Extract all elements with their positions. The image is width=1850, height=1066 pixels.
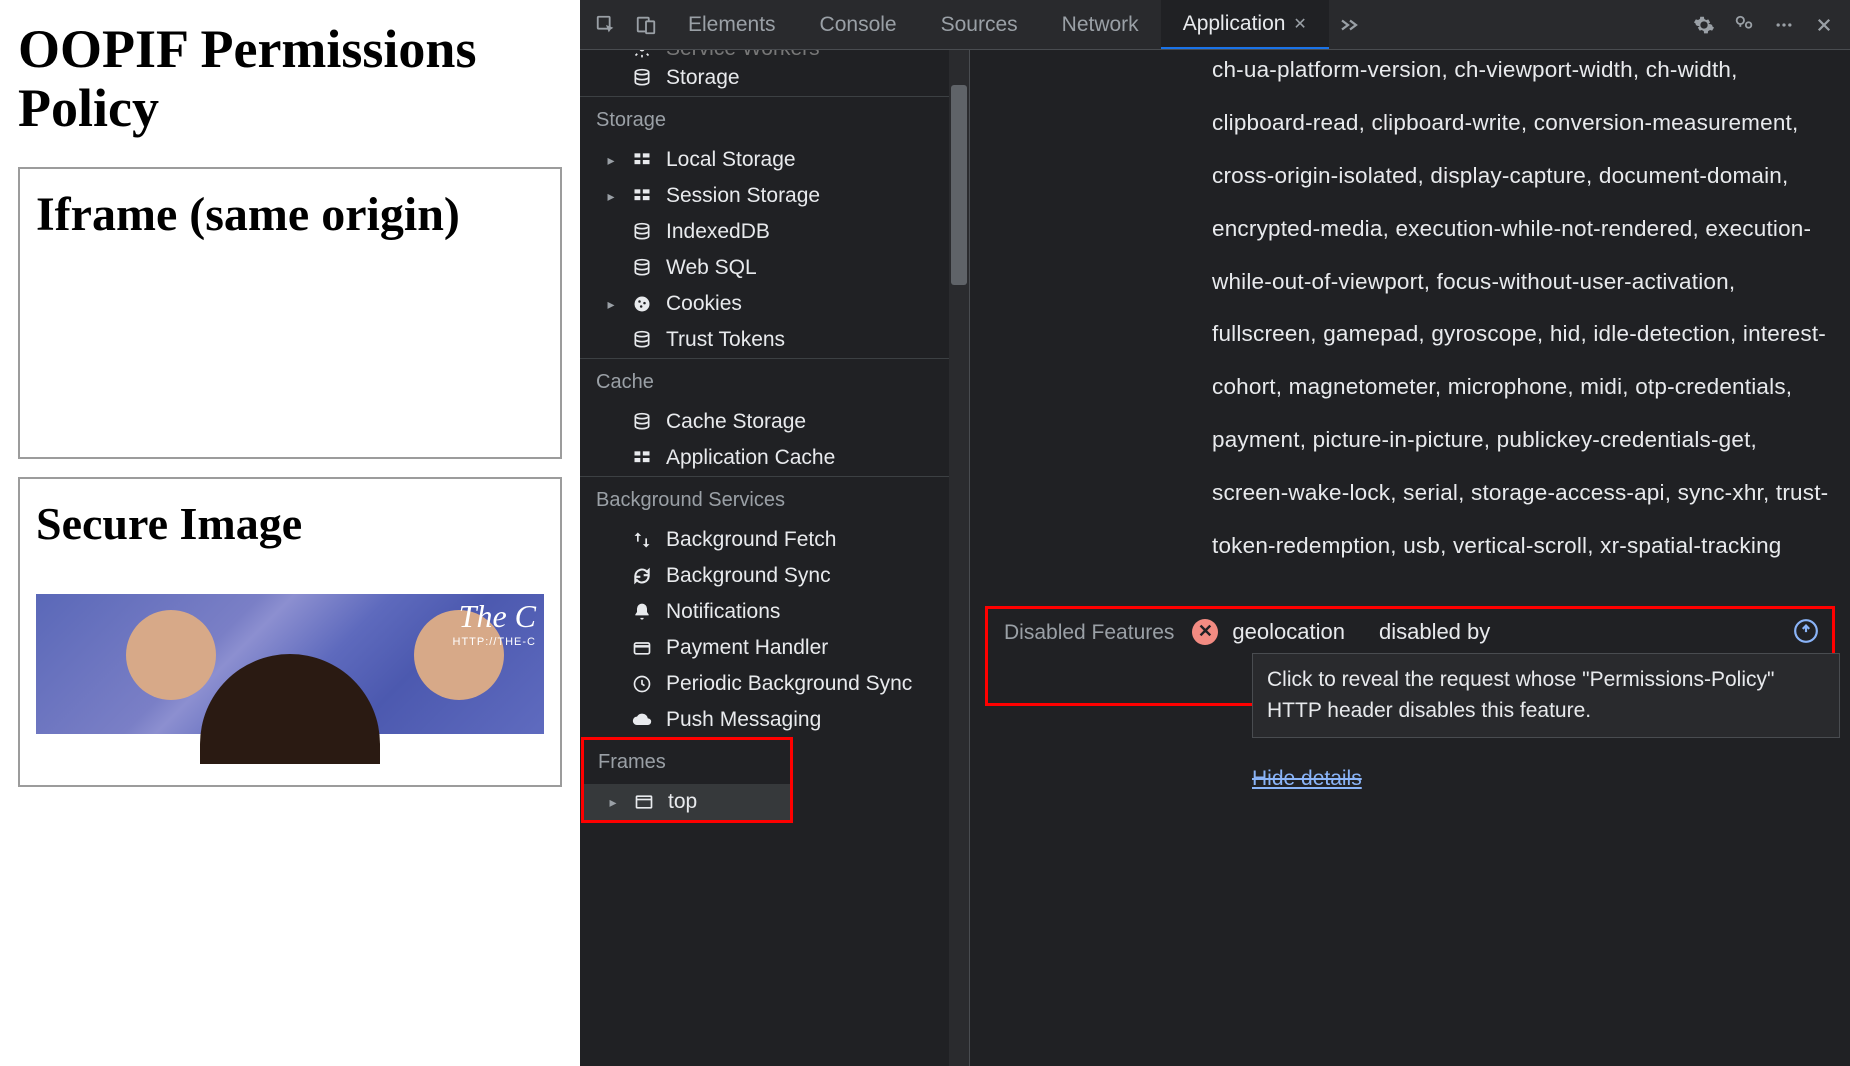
tab-elements[interactable]: Elements	[666, 0, 798, 49]
sidebar-item-storage[interactable]: ▸ Storage	[580, 60, 969, 96]
tab-application[interactable]: Application ✕	[1161, 0, 1329, 49]
application-sidebar: ▸ Service Workers ▸ Storage Storage ▸ Lo…	[580, 50, 970, 1066]
tab-console[interactable]: Console	[798, 0, 919, 49]
allowed-features-list: ch-ua-platform-version, ch-viewport-widt…	[1212, 50, 1834, 573]
sidebar-item-session-storage[interactable]: ▸ Session Storage	[580, 178, 969, 214]
database-icon	[630, 256, 654, 280]
frame-detail-pane: ch-ua-platform-version, ch-viewport-widt…	[970, 50, 1850, 1066]
inspect-icon[interactable]	[586, 5, 626, 45]
sidebar-item-bg-sync[interactable]: ▸ Background Sync	[580, 558, 969, 594]
sidebar-label: Notifications	[666, 600, 780, 624]
sidebar-label: Payment Handler	[666, 636, 828, 660]
sidebar-label: IndexedDB	[666, 220, 770, 244]
sidebar-item-local-storage[interactable]: ▸ Local Storage	[580, 142, 969, 178]
disabled-feature-name: geolocation	[1232, 619, 1345, 645]
sidebar-item-frame-top[interactable]: ▸ top	[582, 784, 792, 820]
sidebar-label: Trust Tokens	[666, 328, 785, 352]
sidebar-item-trust-tokens[interactable]: ▸ Trust Tokens	[580, 322, 969, 358]
sidebar-item-push[interactable]: ▸ Push Messaging	[580, 702, 969, 738]
bell-icon	[630, 600, 654, 624]
cookie-icon	[630, 292, 654, 316]
sidebar-group-bg-services: Background Services	[580, 476, 969, 522]
window-icon	[632, 790, 656, 814]
iframe-heading: Iframe (same origin)	[36, 187, 544, 242]
sidebar-label: Background Sync	[666, 564, 831, 588]
grid-icon	[630, 184, 654, 208]
sidebar-label: Service Workers	[666, 50, 820, 60]
credit-card-icon	[630, 636, 654, 660]
scrollbar-thumb[interactable]	[951, 85, 967, 285]
close-devtools-icon[interactable]	[1804, 5, 1844, 45]
sidebar-item-periodic-sync[interactable]: ▸ Periodic Background Sync	[580, 666, 969, 702]
sidebar-label: Cookies	[666, 292, 742, 316]
banner-title: The C	[459, 598, 536, 635]
scrollbar-track[interactable]	[949, 50, 969, 1066]
kebab-icon[interactable]	[1764, 5, 1804, 45]
page-title: OOPIF Permissions Policy	[18, 20, 562, 139]
sidebar-item-payment-handler[interactable]: ▸ Payment Handler	[580, 630, 969, 666]
gear-icon	[630, 50, 654, 60]
sidebar-group-storage: Storage	[580, 96, 969, 142]
banner-subtitle: HTTP://THE-C	[453, 636, 537, 648]
cloud-icon	[630, 708, 654, 732]
clock-icon	[630, 672, 654, 696]
sidebar-label: Storage	[666, 66, 740, 90]
database-icon	[630, 328, 654, 352]
grid-icon	[630, 148, 654, 172]
sidebar-group-cache: Cache	[580, 358, 969, 404]
error-icon: ✕	[1192, 619, 1218, 645]
sidebar-label: Periodic Background Sync	[666, 672, 912, 696]
sync-icon	[630, 564, 654, 588]
sidebar-item-indexeddb[interactable]: ▸ IndexedDB	[580, 214, 969, 250]
gear-icon[interactable]	[1684, 5, 1724, 45]
sidebar-item-cache-storage[interactable]: ▸ Cache Storage	[580, 404, 969, 440]
devtools-tabstrip: Elements Console Sources Network Applica…	[580, 0, 1850, 50]
sidebar-item-bg-fetch[interactable]: ▸ Background Fetch	[580, 522, 969, 558]
reveal-tooltip: Click to reveal the request whose "Permi…	[1252, 653, 1840, 738]
sidebar-label: Application Cache	[666, 446, 835, 470]
database-icon	[630, 66, 654, 90]
disabled-reason: disabled by	[1379, 619, 1490, 645]
tab-network[interactable]: Network	[1040, 0, 1161, 49]
rendered-page: OOPIF Permissions Policy Iframe (same or…	[0, 0, 580, 1066]
sidebar-group-frames: Frames	[582, 738, 792, 784]
sidebar-item-application-cache[interactable]: ▸ Application Cache	[580, 440, 969, 476]
banner-image: The C HTTP://THE-C	[36, 594, 544, 734]
reveal-network-icon[interactable]	[1792, 617, 1820, 645]
sidebar-frames-highlighted: Frames ▸ top	[582, 738, 792, 822]
sidebar-item-notifications[interactable]: ▸ Notifications	[580, 594, 969, 630]
tab-application-label: Application	[1183, 12, 1286, 36]
iframe-same-origin: Iframe (same origin)	[18, 167, 562, 459]
database-icon	[630, 220, 654, 244]
swap-icon	[630, 528, 654, 552]
sidebar-label: Push Messaging	[666, 708, 821, 732]
sidebar-label: Background Fetch	[666, 528, 836, 552]
sidebar-label: Local Storage	[666, 148, 796, 172]
secure-image-heading: Secure Image	[36, 497, 544, 550]
sidebar-label: top	[668, 790, 697, 814]
more-tabs-icon[interactable]	[1329, 5, 1369, 45]
disabled-features-label: Disabled Features	[1004, 619, 1174, 645]
feedback-icon[interactable]	[1724, 5, 1764, 45]
close-icon[interactable]: ✕	[1293, 14, 1306, 34]
device-toolbar-icon[interactable]	[626, 5, 666, 45]
secure-image-frame: Secure Image The C HTTP://THE-C	[18, 477, 562, 787]
disabled-features-row: Disabled Features ✕ geolocation disabled…	[986, 607, 1834, 705]
sidebar-label: Web SQL	[666, 256, 757, 280]
sidebar-item-websql[interactable]: ▸ Web SQL	[580, 250, 969, 286]
sidebar-label: Session Storage	[666, 184, 820, 208]
sidebar-item-service-workers[interactable]: ▸ Service Workers	[580, 50, 969, 60]
tab-sources[interactable]: Sources	[919, 0, 1040, 49]
hide-details-link[interactable]: Hide details	[1252, 767, 1362, 791]
sidebar-label: Cache Storage	[666, 410, 806, 434]
sidebar-item-cookies[interactable]: ▸ Cookies	[580, 286, 969, 322]
grid-icon	[630, 446, 654, 470]
devtools-panel: Elements Console Sources Network Applica…	[580, 0, 1850, 1066]
database-icon	[630, 410, 654, 434]
